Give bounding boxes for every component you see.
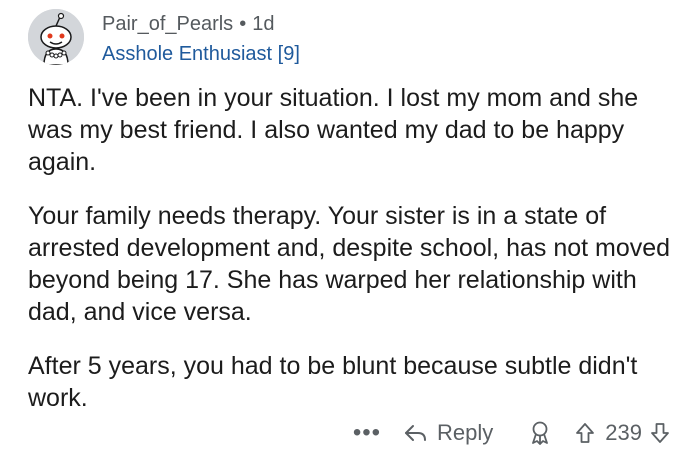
vote-score: 239 xyxy=(605,420,642,445)
comment-paragraph: NTA. I've been in your situation. I lost… xyxy=(28,84,639,176)
more-options-button[interactable]: ••• xyxy=(353,421,381,445)
timestamp: 1d xyxy=(252,13,275,35)
comment-paragraph: After 5 years, you had to be blunt becau… xyxy=(28,352,638,412)
award-icon xyxy=(532,421,549,445)
user-line: Pair_of_Pearls • 1d xyxy=(102,12,300,36)
vote-controls: 239 xyxy=(575,420,670,446)
snoo-avatar-icon xyxy=(28,9,84,65)
downvote-arrow-icon[interactable] xyxy=(650,422,670,444)
upvote-arrow-icon[interactable] xyxy=(575,422,595,444)
reply-button[interactable]: Reply xyxy=(403,420,493,446)
comment-paragraph: Your family needs therapy. Your sister i… xyxy=(28,202,671,326)
comment-actions: ••• Reply 239 xyxy=(353,417,670,449)
award-button[interactable] xyxy=(529,421,551,445)
user-flair: Asshole Enthusiast [9] xyxy=(102,43,300,65)
reply-label: Reply xyxy=(437,420,494,445)
comment-body: NTA. I've been in your situation. I lost… xyxy=(28,82,676,436)
reply-arrow-icon xyxy=(405,425,427,441)
username[interactable]: Pair_of_Pearls xyxy=(102,13,233,35)
comment-meta: Pair_of_Pearls • 1d Asshole Enthusiast [9] xyxy=(102,12,300,66)
comment-header: Pair_of_Pearls • 1d Asshole Enthusiast [9] xyxy=(28,6,668,66)
user-avatar[interactable] xyxy=(28,9,84,65)
meta-separator: • xyxy=(239,13,247,35)
